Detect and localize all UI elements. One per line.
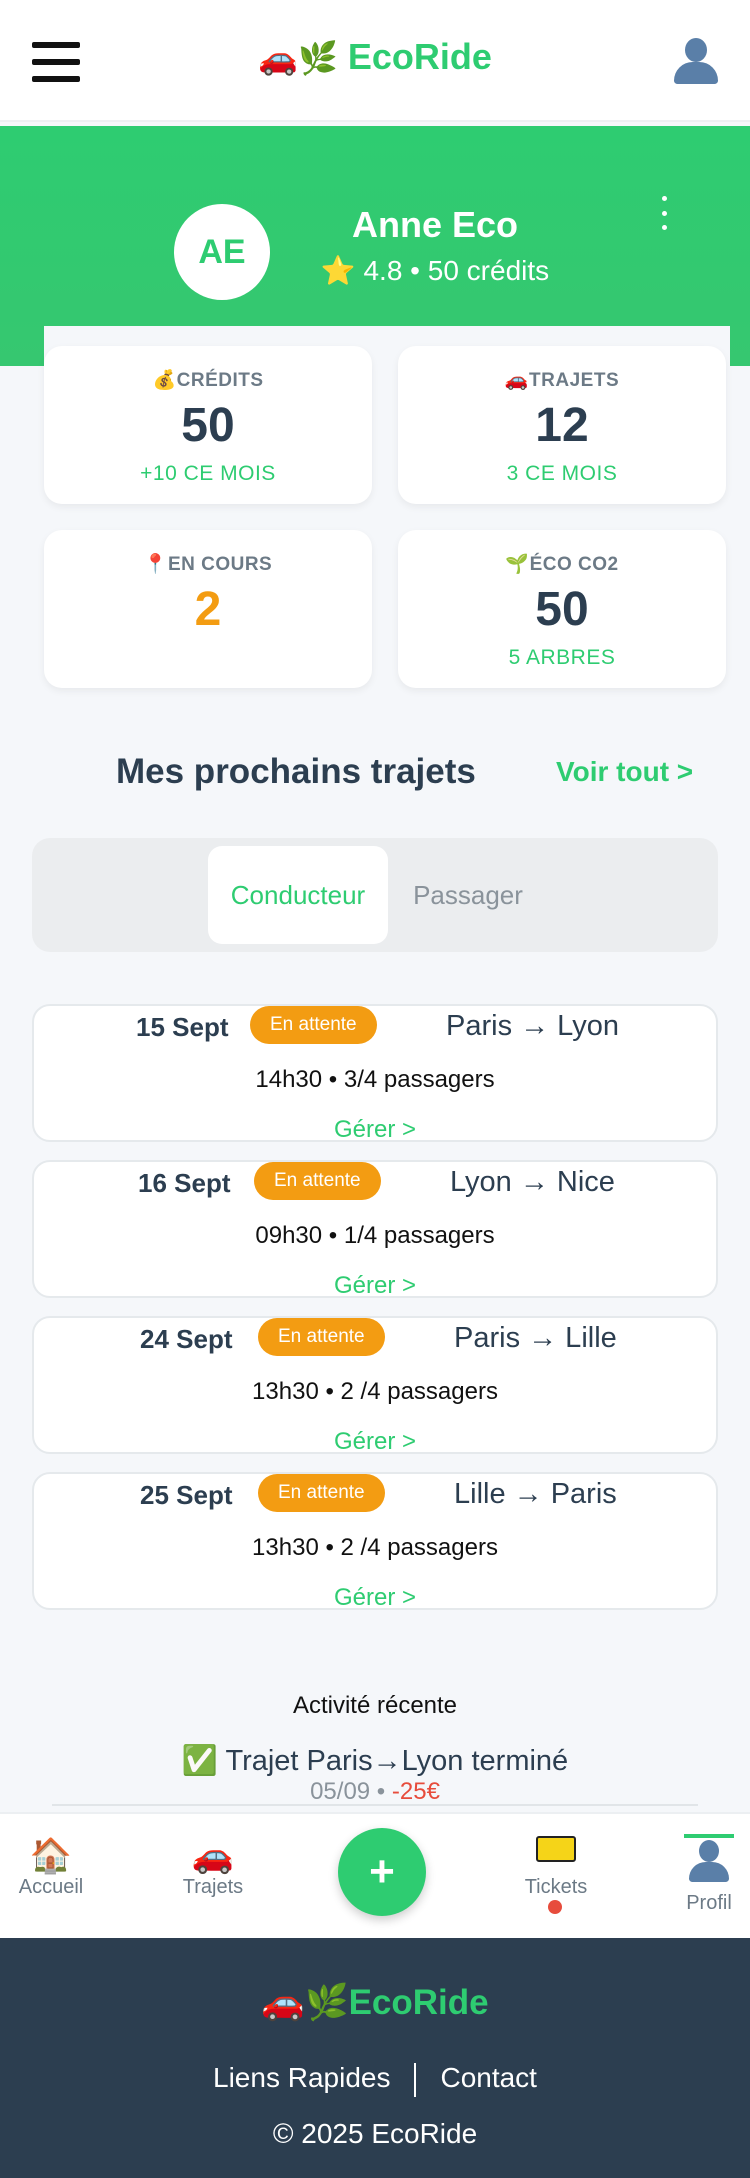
- trip-card[interactable]: 15 Sept En attente Paris → Lyon 14h30 • …: [32, 1004, 718, 1144]
- profile-rating-credits: ⭐ 4.8 • 50 crédits: [320, 255, 550, 286]
- section-title: Mes prochains trajets: [116, 752, 476, 791]
- profile-icon: [689, 1840, 729, 1884]
- footer-brand[interactable]: 🚗🌿EcoRide: [0, 1982, 750, 2023]
- tab-passenger[interactable]: Passager: [398, 846, 538, 944]
- pin-icon: 📍: [143, 554, 168, 575]
- car-icon: 🚗: [504, 370, 530, 391]
- copyright: © 2025 EcoRide: [272, 2118, 478, 2149]
- stat-card-credits[interactable]: 💰CRÉDITS 50 +10 CE MOIS: [44, 346, 372, 504]
- trip-card[interactable]: 25 Sept En attente Lille → Paris 13h30 •…: [32, 1472, 718, 1612]
- nav-trips-label: Trajets: [182, 1876, 244, 1898]
- stat-value: 12: [535, 399, 589, 452]
- trip-info: 14h30 • 3/4 passagers: [255, 1066, 495, 1093]
- stat-value: 50: [181, 399, 235, 452]
- manage-link[interactable]: Gérer >: [34, 1272, 716, 1300]
- status-badge: En attente: [258, 1474, 385, 1512]
- trip-date: 24 Sept: [140, 1324, 233, 1354]
- nav-tickets[interactable]: Tickets: [516, 1836, 596, 1899]
- car-icon: 🚗: [191, 1837, 235, 1875]
- stat-sub: 3 CE MOIS: [506, 462, 618, 485]
- stat-label: 📍EN COURS: [143, 554, 273, 575]
- ticket-icon: [536, 1836, 576, 1862]
- status-badge: En attente: [258, 1318, 385, 1356]
- notification-dot: [548, 1900, 562, 1914]
- trip-route: Paris → Lyon: [446, 1010, 619, 1042]
- activity-amount: -25€: [391, 1778, 440, 1805]
- stat-label: 💰CRÉDITS: [152, 370, 264, 391]
- activity-title: Activité récente: [292, 1692, 458, 1719]
- more-options-icon[interactable]: [656, 196, 672, 230]
- house-icon: 🏠: [29, 1837, 73, 1875]
- trip-card[interactable]: 16 Sept En attente Lyon → Nice 09h30 • 1…: [32, 1160, 718, 1300]
- trip-route: Lyon → Nice: [450, 1166, 615, 1198]
- seedling-icon: 🌱: [505, 554, 530, 575]
- stat-card-in-progress[interactable]: 📍EN COURS 2: [44, 530, 372, 688]
- status-badge: En attente: [250, 1006, 377, 1044]
- link-separator: [414, 2062, 417, 2097]
- manage-link[interactable]: Gérer >: [34, 1584, 716, 1612]
- active-indicator: [684, 1834, 734, 1838]
- activity-meta: 05/09 • -25€: [0, 1778, 750, 1806]
- car-leaf-icon: 🚗🌿: [258, 40, 338, 76]
- manage-link[interactable]: Gérer >: [34, 1116, 716, 1144]
- nav-trips[interactable]: 🚗 Trajets: [176, 1836, 250, 1899]
- car-leaf-icon: 🚗🌿: [261, 1983, 349, 2022]
- footer-links: Liens Rapides Contact: [0, 2062, 750, 2097]
- manage-link[interactable]: Gérer >: [34, 1428, 716, 1456]
- status-badge: En attente: [254, 1162, 381, 1200]
- activity-item[interactable]: ✅ Trajet Paris→Lyon terminé: [0, 1744, 750, 1778]
- stat-sub: 5 ARBRES: [508, 646, 616, 669]
- activity-date: 05/09 •: [310, 1778, 392, 1805]
- trip-date: 25 Sept: [140, 1480, 233, 1510]
- nav-profile-label: Profil: [686, 1892, 732, 1914]
- nav-home-label: Accueil: [18, 1876, 84, 1898]
- stat-value: 2: [194, 583, 222, 636]
- brand-name: EcoRide: [347, 36, 492, 77]
- stat-card-eco[interactable]: 🌱ÉCO CO2 50 5 ARBRES: [398, 530, 726, 688]
- money-bag-icon: 💰: [152, 370, 177, 391]
- profile-name: Anne Eco: [351, 204, 519, 245]
- quick-links-link[interactable]: Liens Rapides: [213, 2062, 390, 2093]
- trip-info: 13h30 • 2 /4 passagers: [252, 1534, 498, 1561]
- trip-info: 13h30 • 2 /4 passagers: [252, 1378, 498, 1405]
- trip-date: 16 Sept: [138, 1168, 231, 1198]
- stats-grid: 💰CRÉDITS 50 +10 CE MOIS 🚗TRAJETS 12 3 CE…: [44, 326, 730, 710]
- trip-info: 09h30 • 1/4 passagers: [255, 1222, 495, 1249]
- contact-link[interactable]: Contact: [440, 2062, 537, 2093]
- brand-logo[interactable]: 🚗🌿 EcoRide: [0, 36, 750, 78]
- see-all-link[interactable]: Voir tout >: [556, 756, 693, 788]
- stat-card-trips[interactable]: 🚗TRAJETS 12 3 CE MOIS: [398, 346, 726, 504]
- stat-sub: +10 CE MOIS: [140, 462, 276, 485]
- tab-driver[interactable]: Conducteur: [208, 846, 388, 944]
- trip-route: Paris → Lille: [454, 1322, 617, 1354]
- trip-card[interactable]: 24 Sept En attente Paris → Lille 13h30 •…: [32, 1316, 718, 1456]
- divider: [52, 1804, 698, 1806]
- stat-label: 🚗TRAJETS: [504, 370, 620, 391]
- avatar[interactable]: AE: [174, 204, 270, 300]
- add-trip-button[interactable]: +: [338, 1828, 426, 1916]
- trip-date: 15 Sept: [136, 1012, 229, 1042]
- user-account-icon[interactable]: [674, 38, 718, 84]
- nav-tickets-label: Tickets: [524, 1876, 588, 1898]
- nav-home[interactable]: 🏠 Accueil: [16, 1836, 86, 1899]
- stat-value: 50: [535, 583, 589, 636]
- stat-label: 🌱ÉCO CO2: [505, 554, 619, 575]
- top-bar: 🚗🌿 EcoRide: [0, 0, 750, 122]
- trip-route: Lille → Paris: [454, 1478, 617, 1510]
- nav-profile[interactable]: Profil: [680, 1840, 738, 1915]
